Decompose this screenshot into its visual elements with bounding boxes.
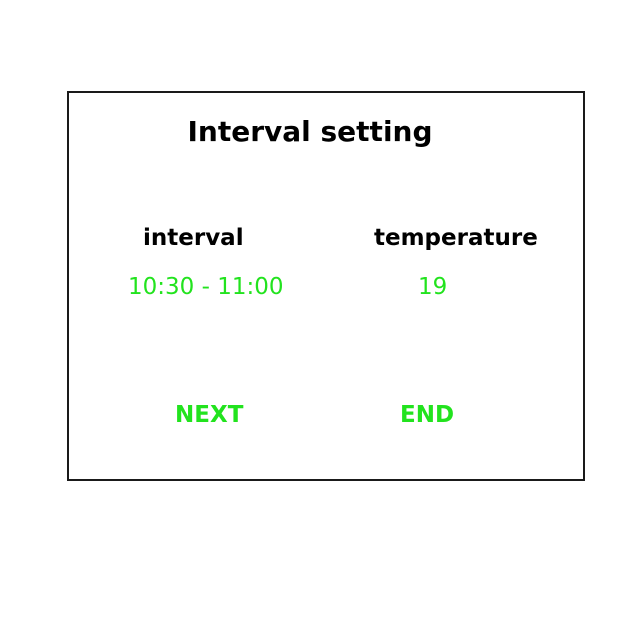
- dialog-title-row: Interval setting: [69, 115, 583, 148]
- next-button[interactable]: NEXT: [175, 402, 243, 428]
- interval-setting-panel: Interval setting interval temperature 10…: [67, 91, 585, 481]
- temperature-label: temperature: [374, 225, 538, 251]
- interval-value[interactable]: 10:30 - 11:00: [128, 274, 284, 300]
- end-button[interactable]: END: [400, 402, 454, 428]
- dialog-title: Interval setting: [187, 115, 433, 148]
- interval-label: interval: [143, 225, 244, 251]
- temperature-value[interactable]: 19: [418, 274, 447, 300]
